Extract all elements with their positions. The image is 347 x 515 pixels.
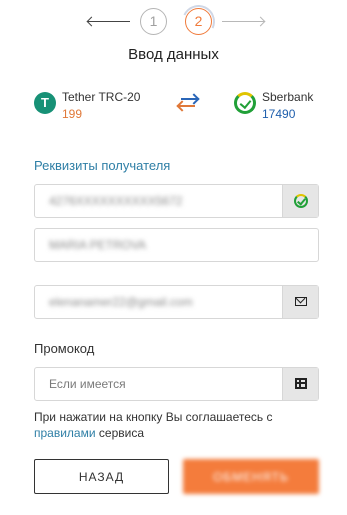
sberbank-check-icon xyxy=(294,194,308,208)
to-currency-name: Sberbank xyxy=(262,90,314,104)
promo-addon xyxy=(282,368,318,400)
rules-link[interactable]: правилами xyxy=(34,426,96,440)
to-amount: 17490 xyxy=(262,107,296,121)
agreement-text-after: сервиса xyxy=(95,426,144,440)
promo-label: Промокод xyxy=(34,341,95,356)
back-button[interactable]: НАЗАД xyxy=(34,459,169,494)
stepper: 1 2 xyxy=(0,8,347,36)
promo-input[interactable] xyxy=(35,368,283,400)
step-1-indicator: 1 xyxy=(140,8,167,35)
email-field xyxy=(34,285,319,319)
exchange-pair: Tether TRC-20 199 Sberbank 17490 xyxy=(34,90,324,124)
email-addon xyxy=(282,286,318,318)
agreement-text-before: При нажатии на кнопку Вы соглашаетесь с xyxy=(34,410,273,424)
tether-icon xyxy=(34,92,56,114)
sberbank-icon xyxy=(234,92,256,114)
page-title: Ввод данных xyxy=(128,46,219,63)
forward-arrow-icon xyxy=(222,21,264,22)
name-field xyxy=(34,228,319,262)
from-amount: 199 xyxy=(62,107,83,121)
name-input[interactable] xyxy=(35,229,318,261)
account-addon xyxy=(282,185,318,217)
submit-button[interactable]: ОБМЕНЯТЬ xyxy=(183,459,319,494)
promo-field xyxy=(34,367,319,401)
account-field xyxy=(34,184,319,218)
email-input[interactable] xyxy=(35,286,283,318)
mail-icon xyxy=(295,297,307,306)
step-2-indicator: 2 xyxy=(185,8,212,35)
gift-icon xyxy=(295,378,307,389)
account-input[interactable] xyxy=(35,185,283,217)
agreement-text: При нажатии на кнопку Вы соглашаетесь с … xyxy=(34,409,324,441)
swap-arrows-icon xyxy=(175,94,201,112)
from-currency-name: Tether TRC-20 xyxy=(62,90,141,104)
recipient-section-title: Реквизиты получателя xyxy=(34,158,171,173)
back-arrow-icon[interactable] xyxy=(88,21,130,22)
